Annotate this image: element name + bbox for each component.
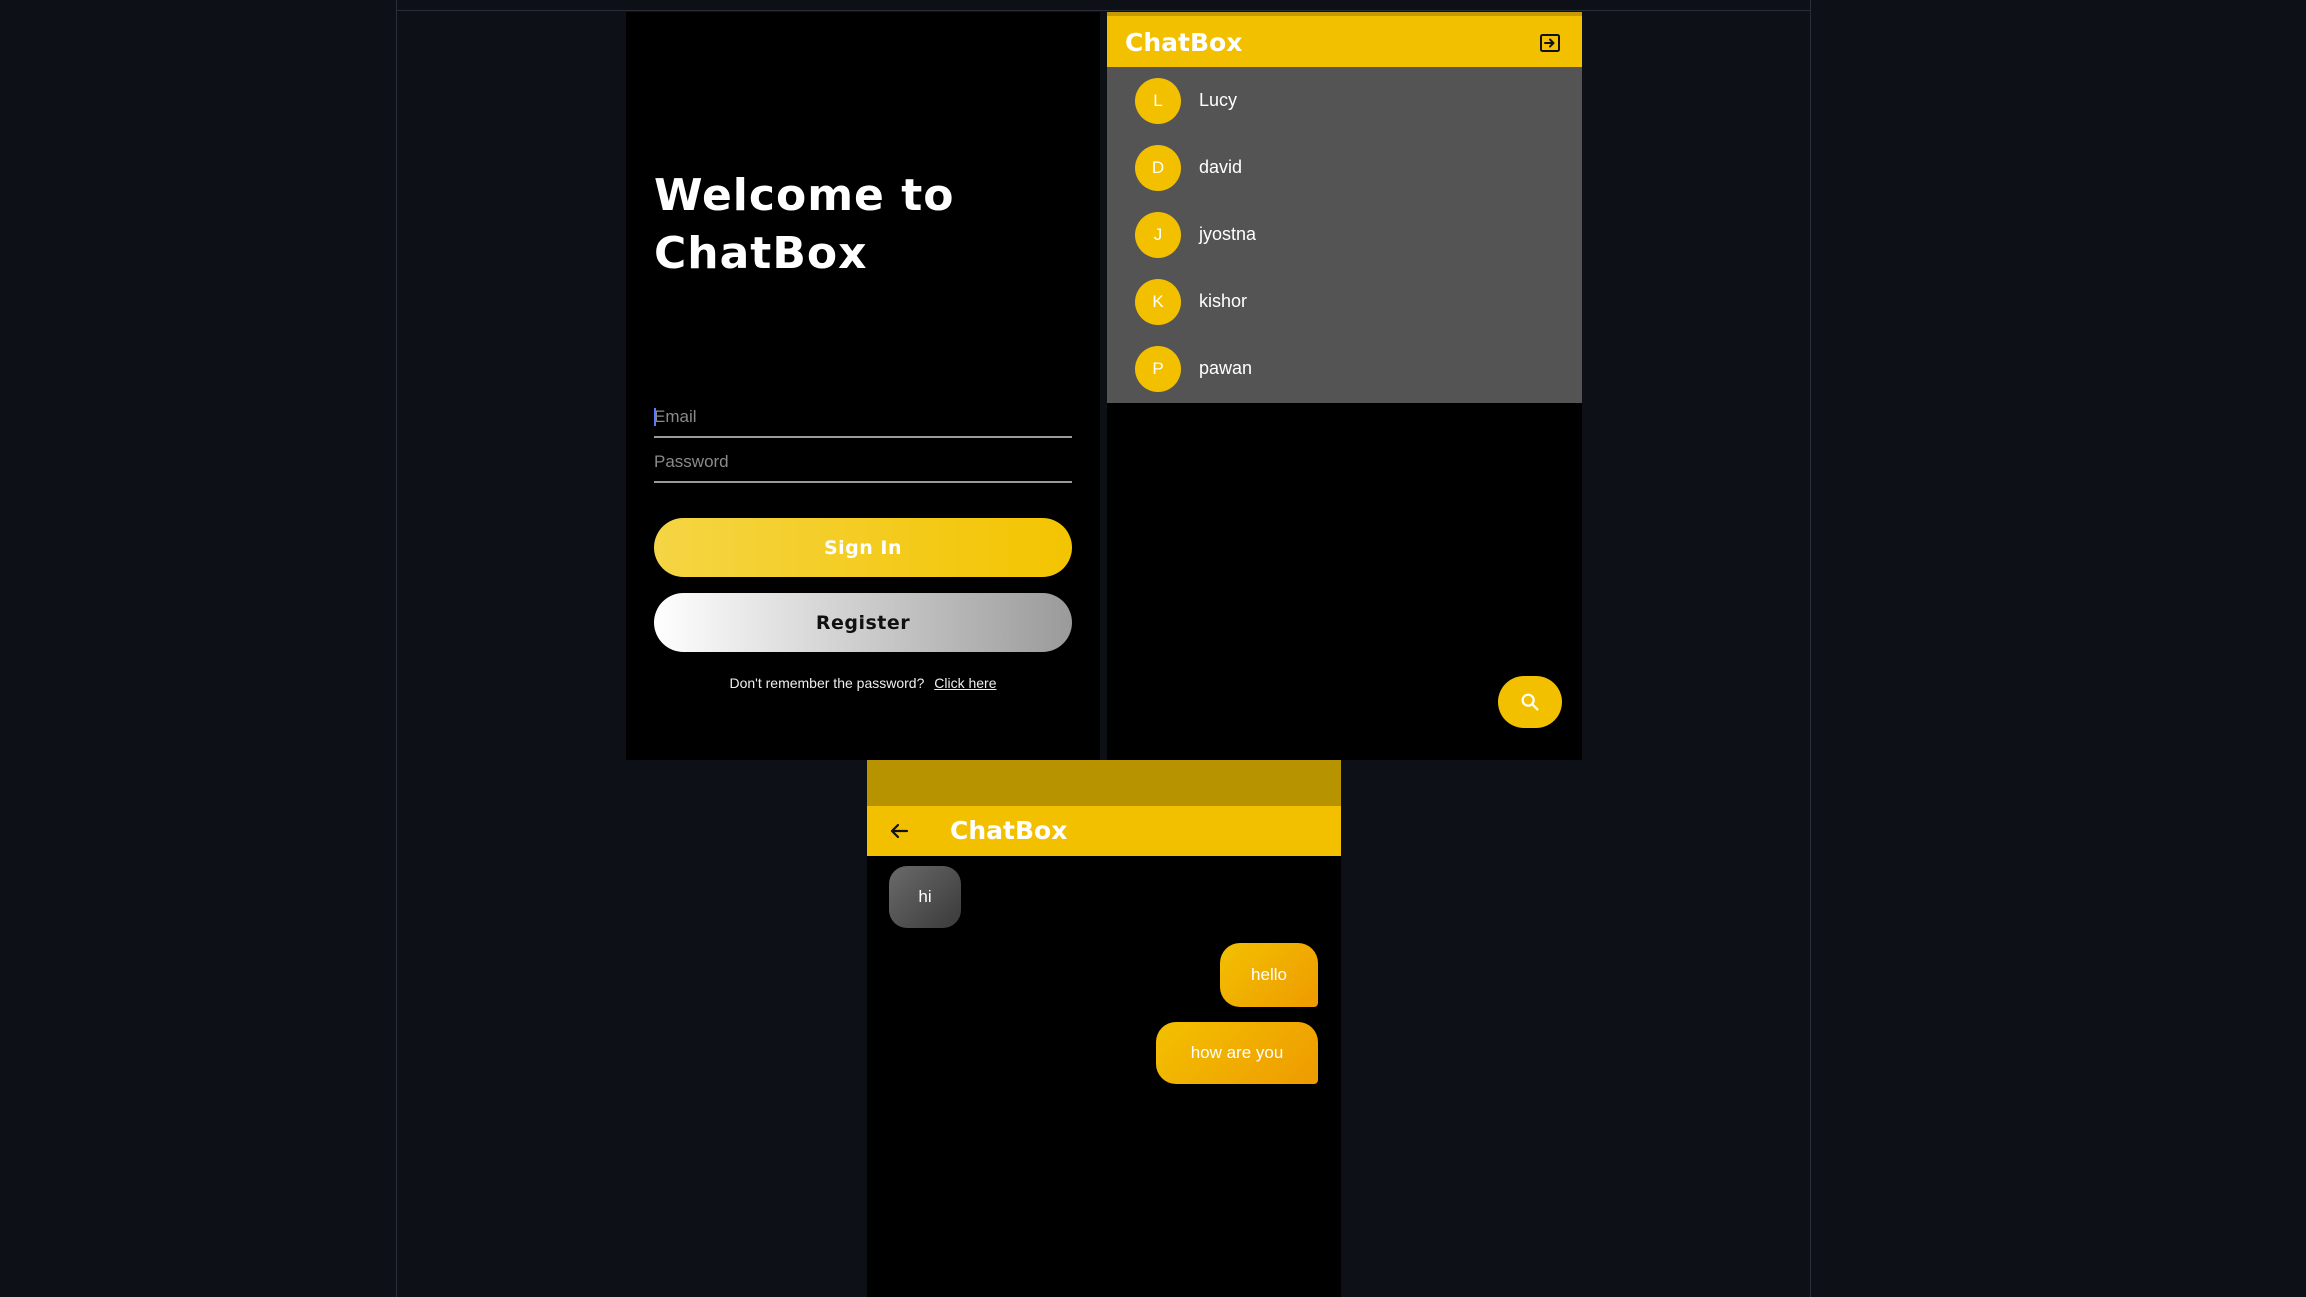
- text-caret: [654, 408, 656, 426]
- avatar: P: [1135, 345, 1181, 392]
- list-item[interactable]: J jyostna: [1107, 201, 1582, 268]
- list-item[interactable]: P pawan: [1107, 335, 1582, 402]
- search-icon: [1521, 693, 1539, 711]
- register-button[interactable]: Register: [654, 593, 1072, 652]
- password-field[interactable]: [654, 443, 1072, 483]
- forgot-password-link[interactable]: Click here: [934, 675, 996, 691]
- message-bubble-outgoing: how are you: [1156, 1022, 1318, 1084]
- forgot-password-row: Don't remember the password? Click here: [626, 675, 1100, 691]
- chat-screen: ChatBox hi hello how are you: [867, 760, 1341, 1297]
- list-item[interactable]: D david: [1107, 134, 1582, 201]
- list-item[interactable]: L Lucy: [1107, 67, 1582, 134]
- user-name: pawan: [1199, 358, 1253, 378]
- message-bubble-incoming: hi: [889, 866, 961, 928]
- login-screen: Welcome to ChatBox Sign In Register Don'…: [626, 12, 1100, 760]
- message-bubble-outgoing: hello: [1220, 943, 1318, 1007]
- avatar: J: [1135, 211, 1181, 258]
- list-item[interactable]: K kishor: [1107, 268, 1582, 335]
- chat-app-bar: ChatBox: [867, 806, 1341, 856]
- user-name: david: [1199, 157, 1243, 177]
- user-name: jyostna: [1199, 224, 1257, 244]
- email-field[interactable]: [654, 398, 1072, 438]
- users-app-bar: ChatBox: [1107, 12, 1582, 67]
- sign-in-button[interactable]: Sign In: [654, 518, 1072, 577]
- logout-icon[interactable]: [1538, 31, 1562, 55]
- app-title: ChatBox: [1125, 28, 1243, 57]
- user-name: kishor: [1199, 291, 1248, 311]
- users-screen: ChatBox L Lucy D david J jyostna K kisho…: [1107, 12, 1582, 760]
- avatar: D: [1135, 144, 1181, 191]
- user-name: Lucy: [1199, 90, 1238, 110]
- chat-title: ChatBox: [950, 816, 1068, 845]
- page: Welcome to ChatBox Sign In Register Don'…: [0, 0, 2306, 1297]
- email-input[interactable]: [654, 398, 1072, 436]
- welcome-heading: Welcome to ChatBox: [654, 170, 955, 279]
- arrow-left-icon[interactable]: [887, 819, 911, 843]
- password-input[interactable]: [654, 443, 1072, 481]
- status-bar: [867, 760, 1341, 806]
- avatar: K: [1135, 278, 1181, 325]
- avatar: L: [1135, 77, 1181, 124]
- search-fab-button[interactable]: [1498, 676, 1562, 728]
- user-list: L Lucy D david J jyostna K kishor P pawa…: [1107, 67, 1582, 403]
- forgot-password-text: Don't remember the password?: [729, 675, 925, 691]
- frame-divider: [397, 10, 1810, 11]
